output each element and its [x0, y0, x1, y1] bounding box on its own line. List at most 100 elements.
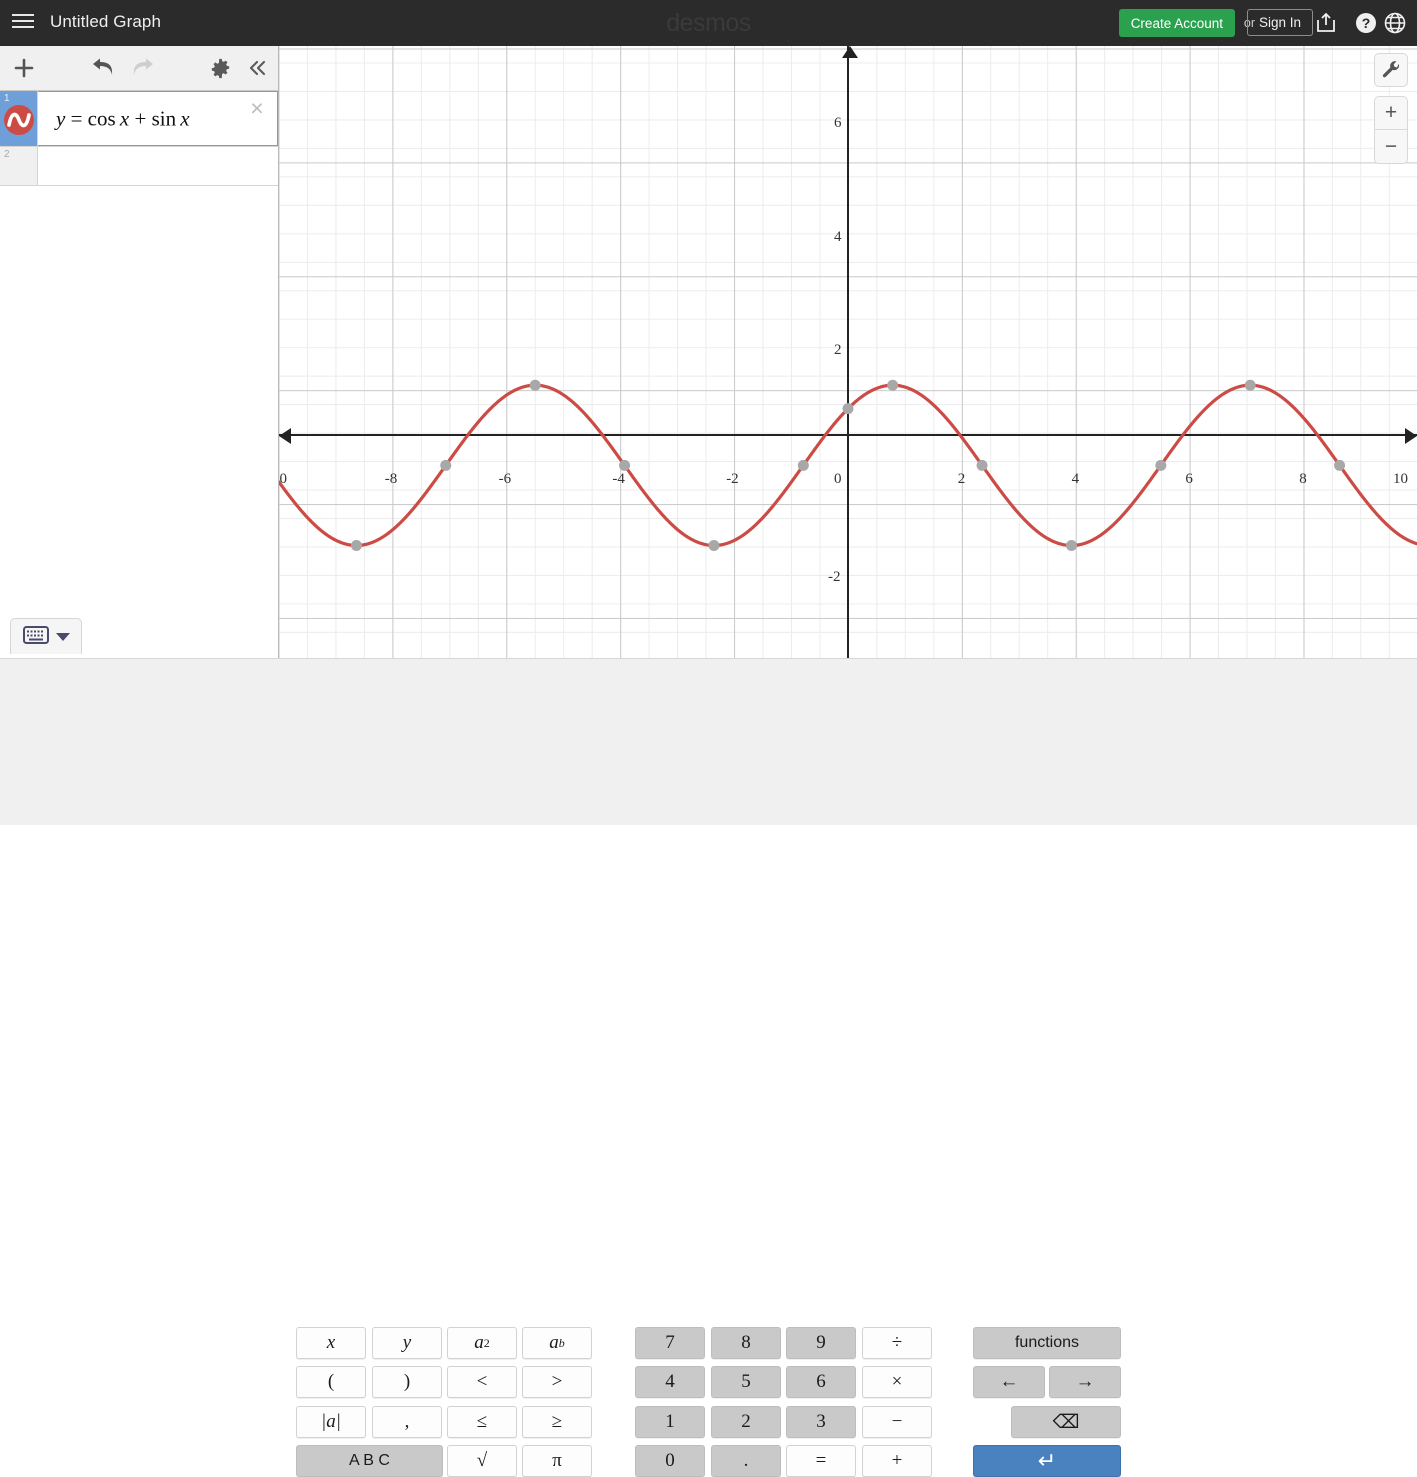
x-tick-label: 8 — [1299, 471, 1307, 488]
wrench-icon[interactable] — [1374, 53, 1408, 87]
x-tick-label: -6 — [498, 471, 512, 488]
key-left-paren[interactable]: ( — [296, 1366, 366, 1398]
expr-token-cos: cos — [87, 106, 116, 130]
x-tick-label: 6 — [1185, 471, 1193, 488]
key-y[interactable]: y — [372, 1327, 442, 1359]
key-less-than[interactable]: < — [447, 1366, 517, 1398]
math-keyboard: x y a 2 a b () < > |a|, ≤ ≥ A B C √ π 7 8 9 ÷ 4 5 6 × 1 2 3− 0. = +… — [0, 658, 1417, 1477]
curve-point[interactable] — [1334, 459, 1346, 471]
key-less-equal[interactable]: ≤ — [447, 1406, 517, 1438]
zoom-in-button[interactable]: + — [1374, 96, 1408, 130]
curve-point[interactable] — [529, 379, 541, 391]
curve-point[interactable] — [1244, 379, 1256, 391]
functions-button[interactable]: functions — [973, 1327, 1121, 1359]
key-multiply[interactable]: × — [862, 1366, 932, 1398]
key-right-paren[interactable]: ) — [372, 1366, 442, 1398]
key-9[interactable]: 9 — [786, 1327, 856, 1359]
y-tick-label: 4 — [834, 228, 842, 245]
arrow-right-button[interactable]: → — [1049, 1366, 1121, 1398]
key-equals[interactable]: = — [786, 1445, 856, 1477]
key-a-to-b[interactable]: ab — [522, 1327, 592, 1359]
expression-toolbar — [0, 46, 278, 91]
keyboard-toggle-button[interactable] — [10, 618, 82, 654]
keyboard-icon — [22, 626, 49, 647]
key-8[interactable]: 8 — [711, 1327, 781, 1359]
expression-row-2[interactable]: 2 — [0, 147, 278, 186]
key-pi[interactable]: π — [522, 1445, 592, 1477]
curve-point[interactable] — [797, 459, 809, 471]
expression-panel: 1 y = cos x + sin x × 2 — [0, 46, 279, 658]
expr-token-sin: sin — [151, 106, 177, 130]
curve-point[interactable] — [887, 379, 899, 391]
curve-point[interactable] — [619, 459, 631, 471]
curve-point[interactable] — [440, 459, 452, 471]
key-a-squared[interactable]: a2 — [447, 1327, 517, 1359]
key-4[interactable]: 4 — [635, 1366, 705, 1398]
share-icon[interactable] — [1314, 11, 1338, 35]
x-tick-label: -2 — [726, 471, 739, 488]
key-x[interactable]: x — [296, 1327, 366, 1359]
expression-input-1[interactable]: y = cos x + sin x × — [38, 91, 278, 146]
arrow-left-button[interactable]: ← — [973, 1366, 1045, 1398]
zoom-out-button[interactable]: − — [1374, 130, 1408, 164]
curve-point[interactable] — [1065, 539, 1077, 551]
key-greater-equal[interactable]: ≥ — [522, 1406, 592, 1438]
chevron-down-icon — [55, 632, 70, 641]
key-6[interactable]: 6 — [786, 1366, 856, 1398]
curve-point[interactable] — [976, 459, 988, 471]
key-3[interactable]: 3 — [786, 1406, 856, 1438]
svg-text:?: ? — [1362, 15, 1371, 31]
delete-expression-button[interactable]: × — [245, 96, 269, 120]
curve-point[interactable] — [708, 539, 720, 551]
key-1[interactable]: 1 — [635, 1406, 705, 1438]
key-absolute-value[interactable]: |a| — [296, 1406, 366, 1438]
hamburger-menu-icon[interactable] — [10, 10, 36, 36]
create-account-button[interactable]: Create Account — [1118, 9, 1235, 37]
expr-token-plus: + — [134, 106, 147, 130]
key-comma[interactable]: , — [372, 1406, 442, 1438]
y-tick-label: -2 — [828, 568, 841, 585]
globe-icon[interactable] — [1383, 11, 1407, 35]
expression-index-2: 2 — [4, 149, 10, 160]
expression-input-2[interactable] — [38, 147, 278, 185]
y-tick-label: 2 — [834, 342, 842, 358]
key-square-root[interactable]: √ — [447, 1445, 517, 1477]
curve-color-icon[interactable] — [4, 105, 34, 135]
sign-in-button[interactable]: Sign In — [1246, 9, 1313, 36]
expr-token-x1: x — [119, 106, 130, 130]
x-tick-label: -8 — [384, 471, 398, 488]
key-greater-than[interactable]: > — [522, 1366, 592, 1398]
backspace-button[interactable]: ⌫ — [1011, 1406, 1121, 1438]
key-plus[interactable]: + — [862, 1445, 932, 1477]
graph-canvas[interactable]: -10 -8 -6 -4 -2 2 4 6 8 10 -2 0 2 4 6 + − — [279, 46, 1417, 658]
expr-token-y: y — [56, 106, 66, 130]
add-expression-button[interactable] — [0, 46, 47, 90]
key-abc[interactable]: A B C — [296, 1445, 443, 1477]
top-header: Untitled Graph desmos Create Account or … — [0, 0, 1417, 46]
y-tick-label: 6 — [834, 115, 842, 132]
expression-index-1: 1 — [4, 93, 10, 104]
curve-point[interactable] — [842, 403, 854, 415]
key-divide[interactable]: ÷ — [862, 1327, 932, 1359]
curve-point[interactable] — [350, 539, 362, 551]
expression-index-cell-1[interactable]: 1 — [0, 91, 38, 146]
desmos-calculator-app: Untitled Graph desmos Create Account or … — [0, 0, 1417, 1477]
curve-points — [350, 379, 1346, 551]
key-5[interactable]: 5 — [711, 1366, 781, 1398]
collapse-panel-icon[interactable] — [234, 46, 279, 90]
expression-index-cell-2[interactable]: 2 — [0, 147, 38, 185]
help-icon[interactable]: ? — [1354, 11, 1378, 35]
expr-token-x2: x — [180, 106, 190, 130]
curve-point[interactable] — [1155, 459, 1167, 471]
key-7[interactable]: 7 — [635, 1327, 705, 1359]
enter-button[interactable]: ↵ — [973, 1445, 1121, 1477]
key-decimal[interactable]: . — [711, 1445, 781, 1477]
key-2[interactable]: 2 — [711, 1406, 781, 1438]
redo-icon[interactable] — [118, 46, 165, 90]
x-tick-label: 10 — [1393, 471, 1408, 488]
expression-row-1[interactable]: 1 y = cos x + sin x × — [0, 91, 278, 147]
x-tick-label: -4 — [612, 471, 625, 488]
graph-title[interactable]: Untitled Graph — [50, 12, 161, 32]
key-minus[interactable]: − — [862, 1406, 932, 1438]
key-0[interactable]: 0 — [635, 1445, 705, 1477]
